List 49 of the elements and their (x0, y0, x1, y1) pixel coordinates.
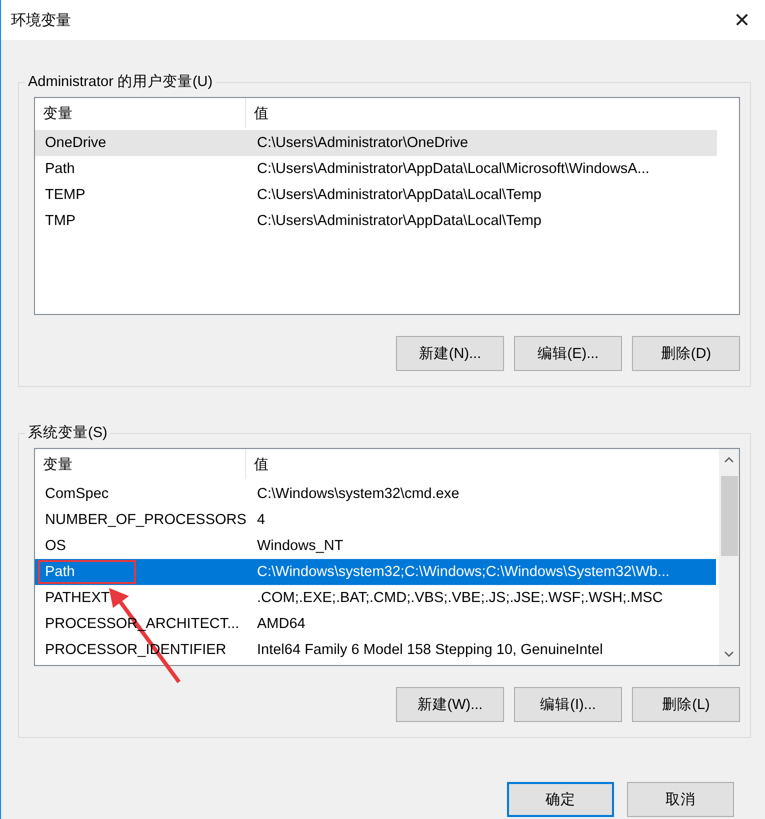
variable-row[interactable]: TMP C:\Users\Administrator\AppData\Local\Temp (35, 208, 717, 234)
variable-value: AMD64 (257, 616, 306, 632)
variable-name: TEMP (44, 186, 86, 205)
dialog-button[interactable]: 编辑(I)... (514, 687, 622, 722)
scrollbar[interactable] (719, 449, 739, 665)
variable-row[interactable]: PATHEXT .COM;.EXE;.BAT;.CMD;.VBS;.VBE;.JS;.JSE;.WSF;.WSH;.MSC (35, 585, 716, 611)
variable-row[interactable]: ComSpec C:\Windows\system32\cmd.exe (35, 481, 716, 507)
dialog-button[interactable]: 取消 (627, 782, 734, 817)
column-header[interactable]: 变量 (35, 449, 246, 479)
variable-value: C:\Users\Administrator\OneDrive (257, 135, 468, 151)
variable-row[interactable]: OneDrive C:\Users\Administrator\OneDrive (35, 130, 717, 156)
group-label: 系统变量(S) (25, 424, 110, 442)
variable-name: OS (44, 537, 67, 556)
column-header[interactable]: 值 (246, 98, 717, 128)
variable-name: PATHEXT (44, 589, 111, 608)
variable-value: C:\Users\Administrator\AppData\Local\Temp (257, 187, 542, 203)
column-header[interactable]: 值 (246, 449, 716, 479)
variable-value: .COM;.EXE;.BAT;.CMD;.VBS;.VBE;.JS;.JSE;.WSF;.WSH;.MSC (257, 590, 663, 606)
variable-row[interactable]: OS Windows_NT (35, 533, 716, 559)
column-header[interactable]: 变量 (35, 98, 246, 128)
scroll-up-icon[interactable] (724, 457, 734, 463)
variable-value: Intel64 Family 6 Model 158 Stepping 10, GenuineIntel (257, 642, 603, 658)
scroll-down-icon[interactable] (724, 651, 734, 657)
variable-value: C:\Users\Administrator\AppData\Local\Temp (257, 213, 542, 229)
variable-value: C:\Windows\system32\cmd.exe (257, 486, 460, 502)
close-button[interactable]: ✕ (719, 0, 765, 40)
variable-name: TMP (44, 212, 77, 231)
dialog-button[interactable]: 新建(N)... (396, 336, 504, 371)
variable-row[interactable]: NUMBER_OF_PROCESSORS 4 (35, 507, 716, 533)
variable-value: C:\Users\Administrator\AppData\Local\Microsoft\WindowsA... (257, 161, 650, 177)
variable-row[interactable]: Path C:\Users\Administrator\AppData\Local\Microsoft\WindowsA... (35, 156, 717, 182)
variable-name: Path (38, 560, 136, 584)
variable-row[interactable]: Path C:\Windows\system32;C:\Windows;C:\Windows\System32\Wb... (35, 559, 716, 585)
variable-value: 4 (257, 512, 266, 528)
variable-name: ComSpec (44, 485, 110, 504)
variable-row[interactable]: TEMP C:\Users\Administrator\AppData\Local\Temp (35, 182, 717, 208)
group-label: Administrator 的用户变量(U) (25, 73, 216, 91)
dialog-button[interactable]: 删除(D) (632, 336, 740, 371)
variable-name: Path (44, 160, 76, 179)
dialog-button[interactable]: 编辑(E)... (514, 336, 622, 371)
dialog-button[interactable]: 确定 (507, 782, 614, 817)
window-title: 环境变量 (11, 10, 71, 30)
dialog-button[interactable]: 新建(W)... (396, 687, 504, 722)
variable-value: Windows_NT (257, 538, 344, 554)
scrollbar-thumb[interactable] (720, 476, 738, 556)
variable-name: OneDrive (44, 134, 108, 153)
variable-name: NUMBER_OF_PROCESSORS (44, 511, 248, 530)
dialog-button[interactable]: 删除(L) (632, 687, 740, 722)
variable-value: C:\Windows\system32;C:\Windows;C:\Windows\System32\Wb... (257, 564, 670, 580)
